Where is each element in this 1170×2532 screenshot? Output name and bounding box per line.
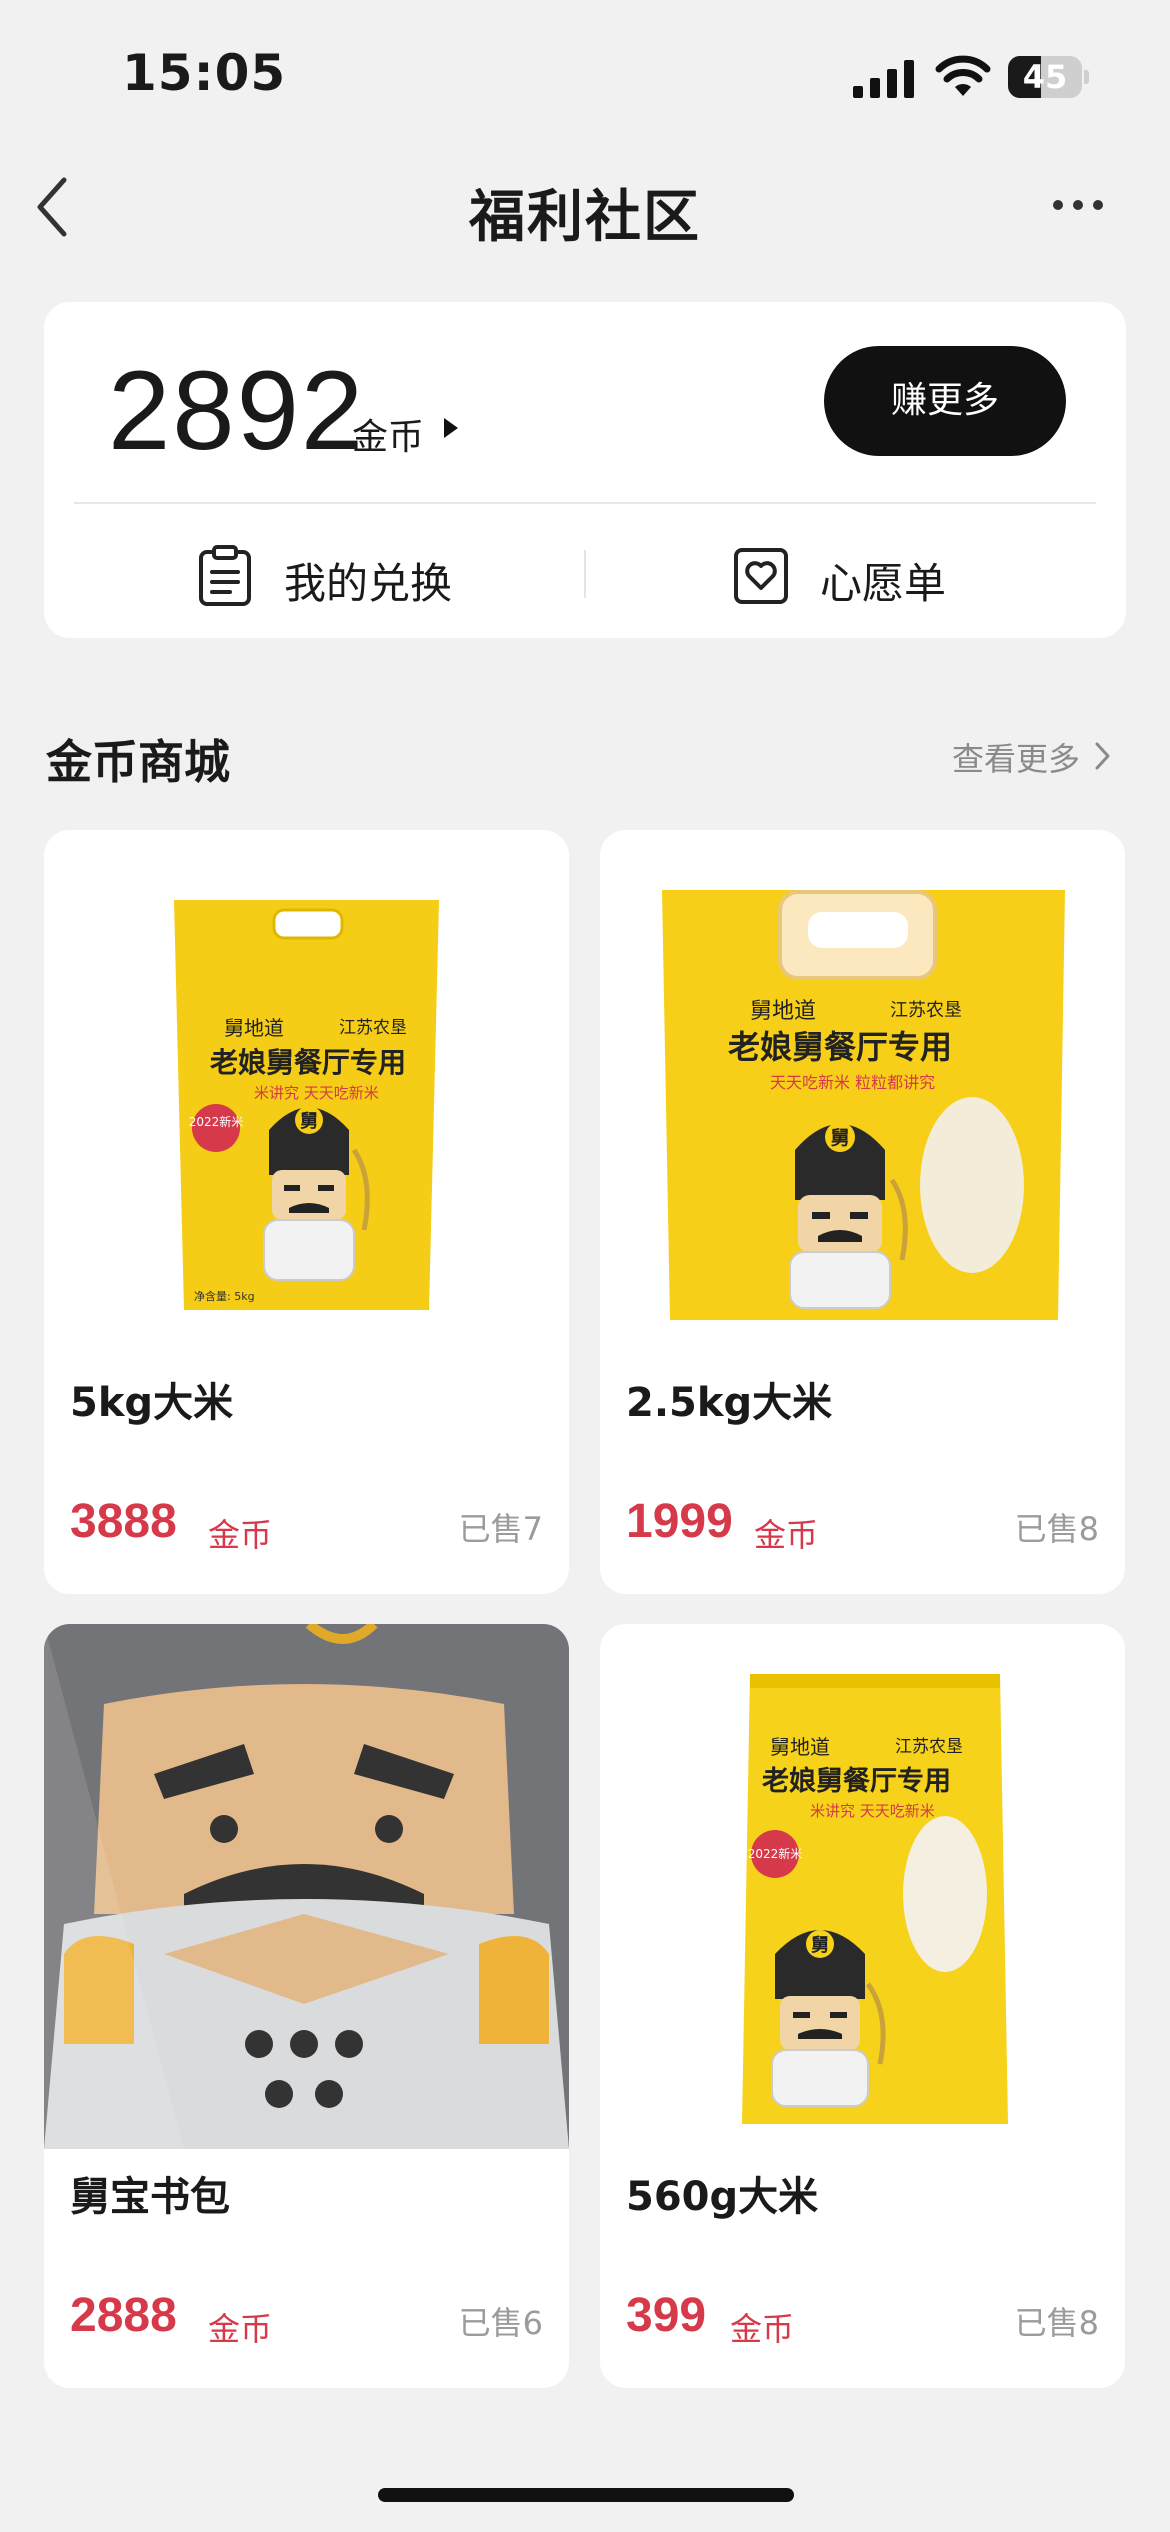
product-price-unit: 金币 (208, 1516, 273, 1554)
caret-right-icon[interactable] (440, 414, 462, 442)
coin-balance[interactable]: 2892 (108, 346, 365, 475)
product-sold-count: 已售6 (458, 2304, 543, 2342)
product-card[interactable]: 舅地道 江苏农垦 老娘舅餐厅专用 米讲究 天天吃新米 2022新米 舅 560g… (600, 1624, 1125, 2388)
clipboard-icon (199, 545, 251, 606)
battery-icon: 45 (1008, 56, 1089, 98)
earn-more-button[interactable]: 赚更多 (824, 346, 1066, 456)
status-time: 15:05 (122, 44, 287, 102)
product-price-unit: 金币 (730, 2310, 795, 2348)
bag-headline-text: 老娘舅餐厅专用 (762, 1765, 951, 1797)
product-price: 3888 (70, 1495, 177, 1548)
page-title: 福利社区 (469, 185, 701, 250)
product-name: 舅宝书包 (70, 2174, 230, 2220)
product-price: 2888 (70, 2289, 177, 2342)
bag-brand-text: 舅地道 (750, 999, 816, 1024)
product-name: 2.5kg大米 (626, 1380, 833, 1426)
heart-card-icon (734, 548, 788, 604)
product-sold-count: 已售7 (458, 1510, 543, 1548)
product-sold-count: 已售8 (1014, 2304, 1099, 2342)
nav-bar: 福利社区 (0, 150, 1170, 262)
wifi-icon (935, 55, 991, 96)
product-sold-count: 已售8 (1014, 1510, 1099, 1548)
product-card[interactable]: 舅地道 江苏农垦 老娘舅餐厅专用 天天吃新米 粒粒都讲究 舅 2.5kg大米 1… (600, 830, 1125, 1594)
product-card[interactable]: 舅宝书包 2888 金币 已售6 (44, 1624, 569, 2388)
wishlist-label: 心愿单 (820, 559, 947, 608)
rice-bag-5kg-image: 舅地道 江苏农垦 老娘舅餐厅专用 米讲究 天天吃新米 2022新米 舅 净含量:… (44, 830, 569, 1355)
status-bar: 15:05 45 (0, 0, 1170, 150)
battery-percent: 45 (1022, 58, 1068, 96)
product-price: 1999 (626, 1495, 733, 1548)
divider (584, 550, 586, 598)
my-exchange-link[interactable]: 我的兑换 (196, 542, 496, 612)
bag-slogan-text: 米讲究 天天吃新米 (254, 1084, 379, 1102)
cellular-signal-icon (853, 60, 914, 98)
product-card[interactable]: 舅地道 江苏农垦 老娘舅餐厅专用 米讲究 天天吃新米 2022新米 舅 净含量:… (44, 830, 569, 1594)
divider (74, 502, 1096, 504)
bag-partner-text: 江苏农垦 (339, 1018, 407, 1038)
mascot-hat-glyph: 舅 (830, 1127, 849, 1149)
bag-partner-text: 江苏农垦 (890, 1000, 962, 1021)
store-section-title: 金币商城 (46, 735, 230, 789)
product-price: 399 (626, 2289, 707, 2342)
chevron-right-icon[interactable] (1092, 740, 1112, 772)
bag-headline-text: 老娘舅餐厅专用 (210, 1046, 406, 1079)
bag-headline-text: 老娘舅餐厅专用 (728, 1028, 952, 1066)
bag-slogan-text: 米讲究 天天吃新米 (810, 1802, 935, 1820)
bag-badge-text: 2022新米 (748, 1846, 803, 1861)
product-price-unit: 金币 (754, 1516, 819, 1554)
rice-bag-2-5kg-image: 舅地道 江苏农垦 老娘舅餐厅专用 天天吃新米 粒粒都讲究 舅 (600, 830, 1125, 1355)
coin-balance-card: 2892 金币 赚更多 我的兑换 心愿单 (44, 302, 1126, 638)
product-price-unit: 金币 (208, 2310, 273, 2348)
mascot-hat-glyph: 舅 (300, 1111, 318, 1132)
more-options-icon[interactable] (1050, 190, 1106, 220)
product-name: 560g大米 (626, 2174, 819, 2220)
wishlist-link[interactable]: 心愿单 (732, 542, 992, 612)
home-indicator[interactable] (378, 2488, 794, 2502)
bag-slogan-text: 天天吃新米 粒粒都讲究 (770, 1073, 935, 1092)
see-more-link[interactable]: 查看更多 (952, 734, 1080, 780)
rice-bag-560g-image: 舅地道 江苏农垦 老娘舅餐厅专用 米讲究 天天吃新米 2022新米 舅 (600, 1624, 1125, 2149)
coin-unit-label[interactable]: 金币 (352, 408, 424, 460)
bag-partner-text: 江苏农垦 (895, 1737, 963, 1757)
product-name: 5kg大米 (70, 1380, 234, 1426)
bag-badge-text: 2022新米 (189, 1114, 244, 1129)
bag-net-weight-text: 净含量: 5kg (194, 1289, 255, 1303)
bag-brand-text: 舅地道 (224, 1016, 284, 1040)
mascot-hat-glyph: 舅 (811, 1935, 829, 1956)
bag-brand-text: 舅地道 (770, 1735, 830, 1759)
my-exchange-label: 我的兑换 (284, 559, 453, 608)
mascot-backpack-image (44, 1624, 569, 2149)
